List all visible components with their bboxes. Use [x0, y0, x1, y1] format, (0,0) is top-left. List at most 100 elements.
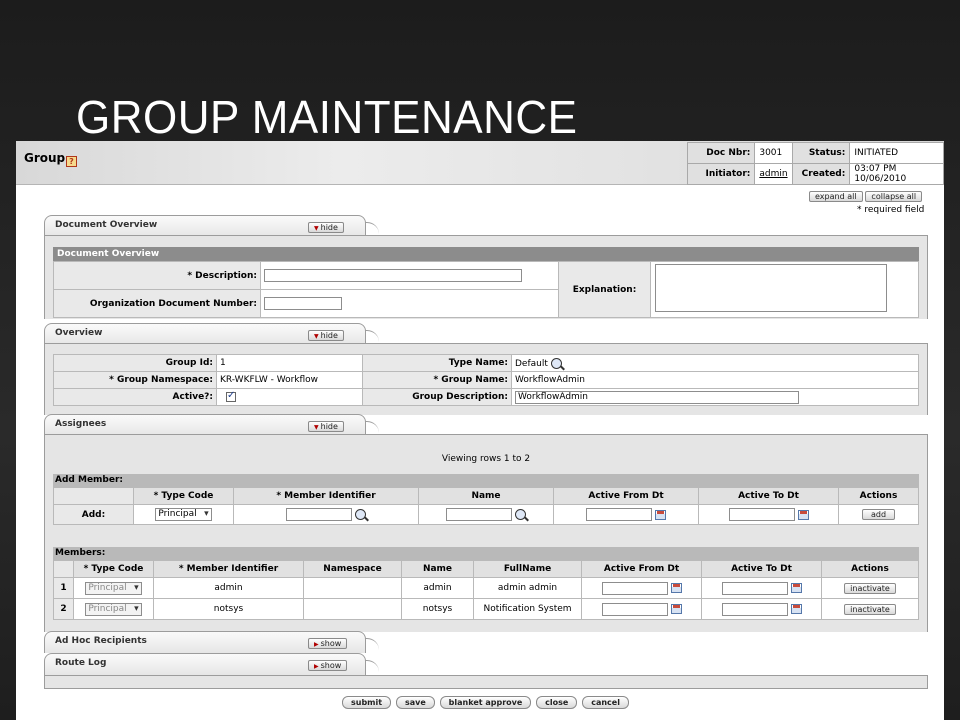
- assignees-panel: Viewing rows 1 to 2 Add Member: * Type C…: [44, 434, 928, 632]
- route-log-panel: [44, 675, 928, 689]
- group-description-input[interactable]: WorkflowAdmin: [515, 390, 799, 404]
- viewing-rows-text: Viewing rows 1 to 2: [441, 454, 531, 464]
- overview-panel: Group Id: 1 Type Name: Default * Group N…: [44, 343, 928, 415]
- calendar-icon[interactable]: [670, 604, 682, 614]
- members-col-member-identifier: * Member Identifier: [153, 560, 304, 578]
- add-col-member-identifier: * Member Identifier: [233, 487, 419, 505]
- row-number: 2: [53, 598, 74, 620]
- document-overview-tab-label: Document Overview: [55, 220, 158, 230]
- members-table: * Type Code * Member Identifier Namespac…: [53, 560, 919, 620]
- route-log-show-button[interactable]: ▶ show: [308, 660, 348, 671]
- created-label: Created:: [792, 163, 851, 185]
- document-overview-hide-button[interactable]: ▼ hide: [308, 222, 344, 233]
- explanation-textarea[interactable]: [655, 264, 887, 312]
- members-col-actions: Actions: [821, 560, 919, 578]
- description-label: * Description:: [53, 261, 261, 290]
- route-log-tab-label: Route Log: [55, 658, 107, 668]
- initiator-link[interactable]: admin: [759, 169, 787, 179]
- member-fullname: admin admin: [473, 577, 582, 599]
- table-row: 1 Principal admin admin admin admin inac…: [53, 577, 919, 599]
- add-col-name: Name: [418, 487, 554, 505]
- members-col-name: Name: [401, 560, 474, 578]
- add-name-input[interactable]: [446, 508, 512, 521]
- table-row: 2 Principal notsys notsys Notification S…: [53, 598, 919, 620]
- status-value: INITIATED: [849, 142, 944, 164]
- org-doc-number-input[interactable]: [264, 297, 342, 310]
- cancel-button[interactable]: cancel: [582, 696, 629, 709]
- submit-button[interactable]: submit: [342, 696, 392, 709]
- add-member-table: * Type Code * Member Identifier Name Act…: [53, 487, 919, 525]
- member-type-code-select[interactable]: Principal: [85, 581, 142, 595]
- add-member-id-input[interactable]: [286, 508, 352, 521]
- close-button[interactable]: close: [536, 696, 578, 709]
- add-col-actions: Actions: [838, 487, 919, 505]
- member-identifier: admin: [153, 577, 304, 599]
- calendar-icon[interactable]: [790, 604, 802, 614]
- document-overview-table: * Description: Explanation: Organization…: [53, 261, 919, 318]
- doc-nbr-label: Doc Nbr:: [686, 142, 756, 164]
- down-arrow-icon: ▼: [314, 424, 319, 431]
- assignees-hide-button[interactable]: ▼ hide: [308, 421, 344, 432]
- doc-nbr-value: 3001: [754, 142, 794, 164]
- org-doc-number-label: Organization Document Number:: [53, 289, 261, 318]
- overview-hide-button[interactable]: ▼ hide: [308, 330, 344, 341]
- help-icon[interactable]: ?: [66, 156, 77, 167]
- calendar-icon[interactable]: [670, 583, 682, 593]
- expand-all-button[interactable]: expand all: [809, 191, 863, 202]
- members-col-active-to: Active To Dt: [701, 560, 822, 578]
- route-log-tab: Route Log ▶ show: [44, 653, 928, 689]
- right-arrow-icon: ▶: [314, 641, 319, 648]
- calendar-icon[interactable]: [797, 509, 809, 520]
- status-label: Status:: [792, 142, 851, 164]
- add-member-button[interactable]: add: [861, 509, 896, 520]
- group-id-label: Group Id:: [53, 354, 217, 372]
- document-overview-tab: Document Overview ▼ hide Document Overvie…: [44, 215, 928, 319]
- inactivate-button[interactable]: inactivate: [844, 603, 896, 615]
- members-col-type-code: * Type Code: [73, 560, 154, 578]
- inactivate-button[interactable]: inactivate: [844, 582, 896, 594]
- group-namespace-label: * Group Namespace:: [53, 371, 217, 389]
- search-icon[interactable]: [550, 357, 562, 369]
- overview-table: Group Id: 1 Type Name: Default * Group N…: [53, 354, 919, 406]
- document-title: Group: [24, 151, 66, 165]
- search-icon[interactable]: [355, 509, 366, 520]
- add-col-type-code: * Type Code: [133, 487, 234, 505]
- ad-hoc-show-button[interactable]: ▶ show: [308, 638, 348, 649]
- calendar-icon[interactable]: [790, 583, 802, 593]
- blanket-approve-button[interactable]: blanket approve: [439, 696, 532, 709]
- search-icon[interactable]: [515, 509, 526, 520]
- row-number: 1: [53, 577, 74, 599]
- group-name-value: WorkflowAdmin: [511, 371, 919, 389]
- created-value: 03:07 PM 10/06/2010: [849, 163, 944, 185]
- assignees-tab: Assignees ▼ hide Viewing rows 1 to 2 Add …: [44, 414, 928, 632]
- group-id-value: 1: [216, 354, 363, 372]
- document-info-table: Doc Nbr: 3001 Status: INITIATED Initiato…: [686, 142, 944, 185]
- member-active-to-input[interactable]: [721, 581, 788, 595]
- overview-tab: Overview ▼ hide Group Id: 1 Type Name: De…: [44, 323, 928, 415]
- member-type-code-select[interactable]: Principal: [85, 602, 142, 616]
- screenshot-window: Group ? Doc Nbr: 3001 Status: INITIATED …: [16, 141, 944, 720]
- member-active-to-input[interactable]: [721, 602, 788, 616]
- add-type-code-select[interactable]: Principal: [155, 508, 212, 521]
- member-identifier: notsys: [153, 598, 304, 620]
- group-name-label: * Group Name:: [362, 371, 512, 389]
- group-description-label: Group Description:: [362, 388, 512, 406]
- members-title: Members:: [53, 547, 919, 560]
- expand-collapse-controls: expand all collapse all: [809, 191, 923, 202]
- save-button[interactable]: save: [395, 696, 435, 709]
- member-active-from-input[interactable]: [601, 602, 668, 616]
- add-active-to-input[interactable]: [728, 508, 795, 521]
- group-namespace-value: KR-WKFLW - Workflow: [216, 371, 363, 389]
- add-active-from-input[interactable]: [586, 508, 652, 521]
- add-member-title: Add Member:: [53, 474, 919, 487]
- member-active-from-input[interactable]: [601, 581, 668, 595]
- right-arrow-icon: ▶: [314, 663, 319, 670]
- assignees-tab-label: Assignees: [55, 419, 107, 429]
- member-namespace: [303, 598, 402, 620]
- down-arrow-icon: ▼: [314, 333, 319, 340]
- collapse-all-button[interactable]: collapse all: [865, 191, 923, 202]
- active-checkbox[interactable]: [226, 390, 236, 402]
- calendar-icon[interactable]: [655, 509, 666, 520]
- description-input[interactable]: [264, 269, 522, 282]
- document-overview-section-title: Document Overview: [53, 247, 919, 261]
